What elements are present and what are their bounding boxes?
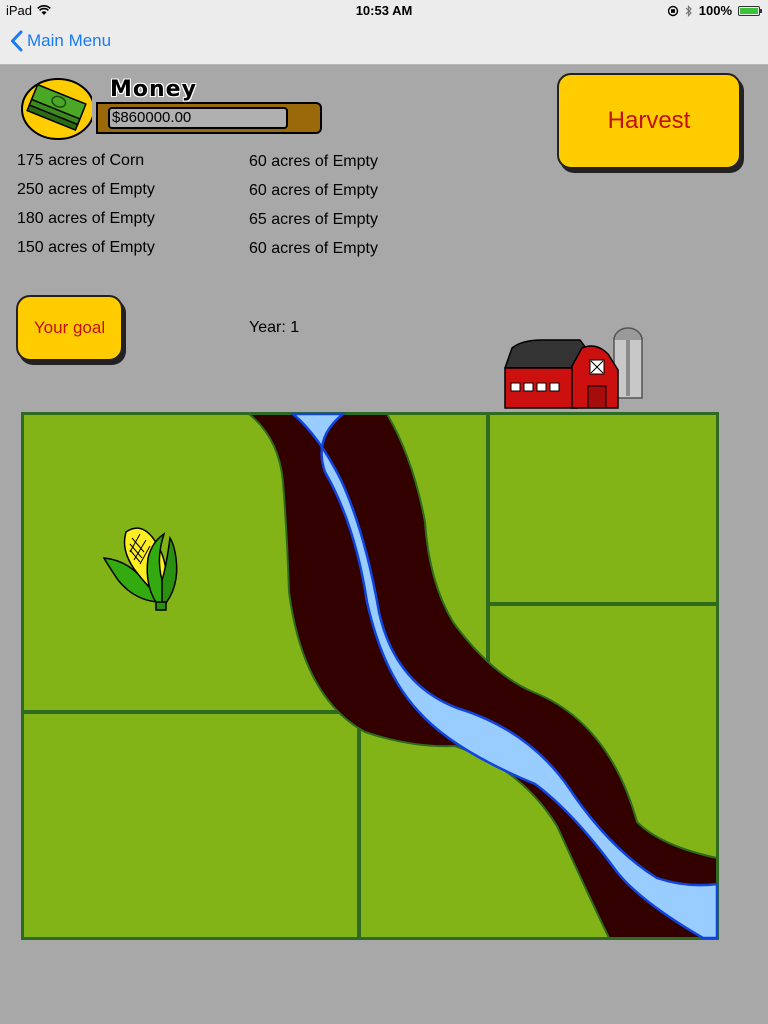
- barn-icon: [502, 326, 648, 412]
- status-time: 10:53 AM: [355, 3, 413, 18]
- nav-bar: Main Menu: [0, 22, 768, 65]
- status-bar: iPad 10:53 AM 100%: [0, 0, 768, 22]
- battery-percent: 100%: [698, 3, 732, 18]
- harvest-button[interactable]: Harvest: [557, 73, 741, 169]
- field-entry: 180 acres of Empty: [17, 210, 155, 227]
- field-entry: 60 acres of Empty: [249, 240, 378, 257]
- your-goal-button[interactable]: Your goal: [16, 295, 123, 361]
- field-entry: 65 acres of Empty: [249, 211, 378, 228]
- money-stack-icon: [20, 76, 95, 140]
- field-list-right: 60 acres of Empty 60 acres of Empty 65 a…: [249, 152, 378, 268]
- field-entry: 60 acres of Empty: [249, 182, 378, 199]
- battery-icon: [738, 5, 762, 16]
- field-entry: 175 acres of Corn: [17, 152, 145, 169]
- farm-map: [21, 412, 719, 940]
- money-label: Money: [110, 77, 197, 102]
- field-entry: 250 acres of Empty: [17, 181, 155, 198]
- status-right: 100%: [667, 3, 762, 18]
- chevron-left-icon: [11, 30, 23, 52]
- field-entry: 150 acres of Empty: [17, 239, 155, 256]
- corn-icon: [100, 518, 184, 612]
- back-label: Main Menu: [27, 31, 112, 50]
- field-list-left: 175 acres of Corn 250 acres of Empty 180…: [17, 151, 155, 267]
- orientation-lock-icon: [667, 5, 678, 16]
- main-menu-back-button[interactable]: Main Menu: [10, 30, 111, 52]
- money-amount: $860000.00: [108, 107, 288, 129]
- bluetooth-icon: [685, 4, 692, 17]
- field-entry: 60 acres of Empty: [249, 153, 378, 170]
- year-label: Year: 1: [249, 319, 300, 336]
